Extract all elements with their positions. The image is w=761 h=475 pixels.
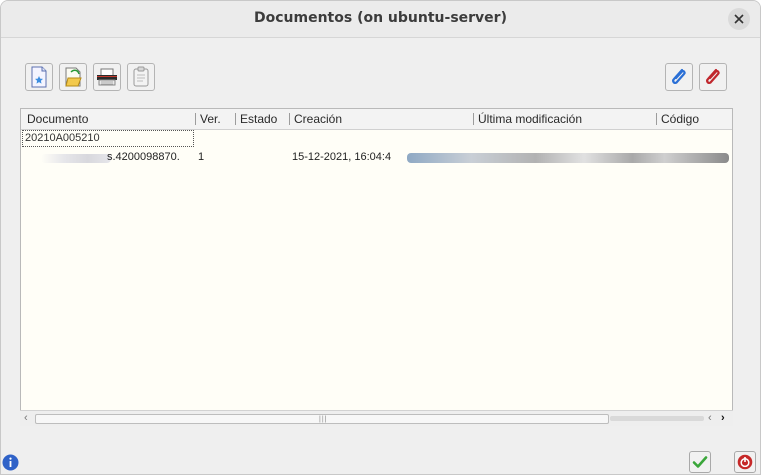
scroll-left-arrow-icon[interactable]: ‹ bbox=[708, 412, 712, 424]
accept-button[interactable] bbox=[689, 451, 711, 473]
column-header-ultima-modificacion[interactable]: Última modificación bbox=[478, 112, 582, 126]
column-header-documento[interactable]: Documento bbox=[27, 112, 88, 126]
open-document-button[interactable] bbox=[59, 63, 87, 91]
title-bar: Documentos (on ubuntu-server) bbox=[1, 1, 760, 38]
scrollbar-track[interactable] bbox=[610, 416, 704, 421]
group-row[interactable]: 20210A005210 bbox=[22, 130, 194, 147]
column-header-codigo[interactable]: Código bbox=[661, 112, 699, 126]
attach-blue-button[interactable] bbox=[665, 63, 693, 91]
cell-documento: s.4200098870. bbox=[107, 151, 180, 163]
red-paperclip-icon bbox=[706, 68, 720, 84]
horizontal-scrollbar[interactable]: ‹ ||| ‹ › bbox=[20, 410, 733, 426]
toolbar bbox=[19, 60, 734, 100]
document-view-icon bbox=[133, 66, 149, 87]
column-divider[interactable] bbox=[289, 113, 290, 125]
open-document-icon bbox=[65, 67, 82, 87]
scrollbar-grip-icon: ||| bbox=[319, 416, 328, 423]
close-icon bbox=[734, 14, 744, 24]
column-header-estado[interactable]: Estado bbox=[240, 112, 277, 126]
scroll-right-arrow-icon[interactable]: › bbox=[721, 412, 725, 424]
window-title: Documentos (on ubuntu-server) bbox=[254, 10, 507, 26]
table-header: Documento Ver. Estado Creación Última mo… bbox=[21, 109, 732, 130]
column-divider[interactable] bbox=[656, 113, 657, 125]
close-button[interactable] bbox=[728, 8, 750, 30]
checkmark-icon bbox=[692, 456, 708, 468]
power-icon bbox=[737, 454, 753, 470]
cell-creacion: 15-12-2021, 16:04:4 bbox=[292, 151, 392, 163]
scroll-left-arrow-icon[interactable]: ‹ bbox=[24, 412, 28, 424]
column-header-creacion[interactable]: Creación bbox=[294, 112, 342, 126]
cell-ver: 1 bbox=[198, 151, 205, 163]
documents-table[interactable]: Documento Ver. Estado Creación Última mo… bbox=[20, 108, 733, 426]
column-divider[interactable] bbox=[195, 113, 196, 125]
scrollbar-thumb[interactable]: ||| bbox=[35, 414, 609, 424]
view-document-button[interactable] bbox=[127, 63, 155, 91]
redacted-text bbox=[41, 154, 111, 163]
column-header-ver[interactable]: Ver. bbox=[200, 112, 221, 126]
attach-red-button[interactable] bbox=[699, 63, 727, 91]
redacted-text bbox=[407, 153, 729, 163]
blue-paperclip-icon bbox=[672, 68, 686, 84]
info-button[interactable] bbox=[1, 453, 19, 471]
column-divider[interactable] bbox=[473, 113, 474, 125]
info-icon bbox=[2, 454, 18, 470]
documentos-window: Documentos (on ubuntu-server) Documento … bbox=[0, 0, 761, 475]
cancel-button[interactable] bbox=[734, 451, 756, 473]
new-document-icon bbox=[31, 66, 47, 88]
new-document-button[interactable] bbox=[25, 63, 53, 91]
scan-document-button[interactable] bbox=[93, 63, 121, 91]
column-divider[interactable] bbox=[235, 113, 236, 125]
scanner-icon bbox=[97, 68, 117, 86]
